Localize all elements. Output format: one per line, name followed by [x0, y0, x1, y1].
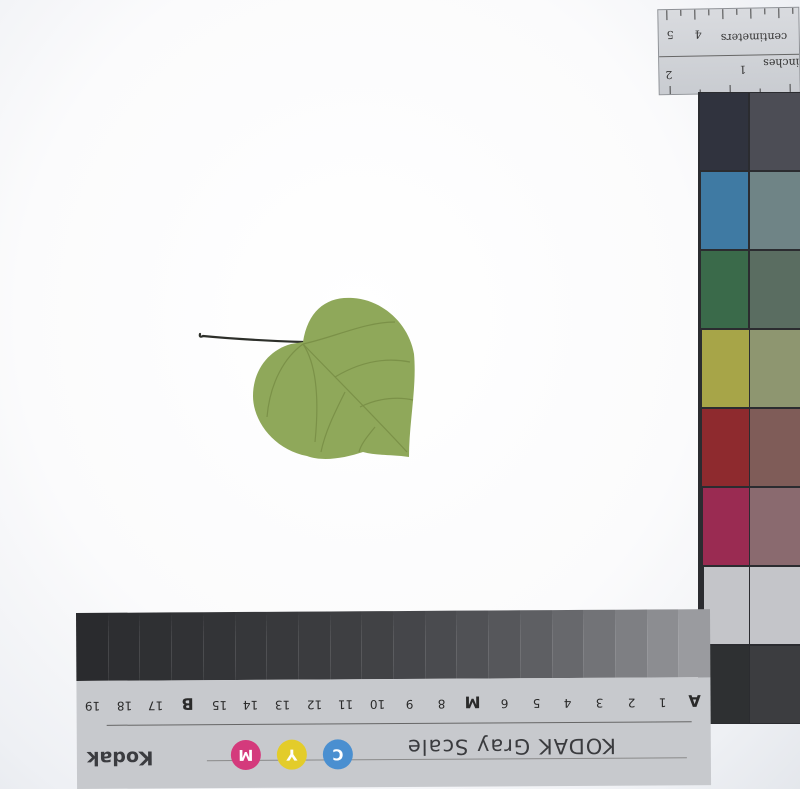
- gray-scale-label-14: 14: [243, 697, 259, 712]
- gray-step-15: [519, 610, 552, 679]
- gray-step-5: [202, 612, 235, 681]
- gray-scale-label-2: 2: [627, 695, 636, 710]
- gray-scale-label-3: 3: [595, 695, 604, 710]
- ruler-inches-label: inches: [763, 55, 800, 70]
- gray-scale-label-strip: A 1 2 3 4 5 6 M 8 9 10 11 12 13 14 15 B 17 18 19 KODAK Gray…: [76, 677, 712, 789]
- gray-step-17: [583, 609, 616, 678]
- gray-scale-label-18: 18: [116, 698, 132, 713]
- gray-scale-label-15: 15: [211, 698, 227, 713]
- gray-scale-label-B: B: [181, 694, 194, 714]
- gray-scale-label-19: 19: [84, 698, 101, 713]
- gray-step-14: [488, 610, 521, 679]
- gray-step-8: [297, 611, 331, 680]
- checker-swatch-right-2: [750, 172, 800, 249]
- gray-scale-label-10: 10: [370, 697, 386, 712]
- checker-swatch-right-4: [750, 330, 800, 407]
- gray-step-16: [551, 609, 584, 679]
- gray-scale-steps: [76, 609, 711, 681]
- gray-step-1: [76, 612, 109, 681]
- cmyk-dot-M: M: [230, 739, 261, 771]
- gray-scale-label-M: M: [464, 692, 481, 712]
- checker-swatch-left-5: [702, 409, 749, 486]
- checker-swatch-left-3: [701, 251, 749, 328]
- checker-swatch-right-3: [750, 251, 800, 328]
- ruler-centimeters-label: centimeters: [720, 29, 788, 45]
- checker-swatch-right-8: [750, 646, 800, 723]
- gray-scale-label-6: 6: [500, 696, 509, 711]
- checker-swatch-left-1: [700, 93, 748, 170]
- checker-swatch-right-6: [750, 488, 800, 565]
- ruler-number-1: 1: [739, 62, 747, 76]
- checker-swatch-left-4: [701, 330, 749, 407]
- gray-step-18: [614, 609, 648, 678]
- checker-swatch-right-5: [750, 409, 800, 486]
- ruler: 5 4 centimeters inches 1 2: [657, 6, 800, 96]
- gray-scale-label-A: A: [688, 691, 701, 711]
- gray-step-13: [456, 610, 489, 679]
- gray-step-19: [646, 609, 679, 678]
- cmyk-dot-C: C: [322, 739, 353, 770]
- gray-step-10: [361, 611, 394, 680]
- gray-step-6: [234, 611, 267, 681]
- leaf-specimen: [198, 297, 415, 459]
- checker-swatch-left-2: [700, 172, 749, 249]
- gray-step-3: [139, 612, 172, 681]
- ruler-number-5: 5: [666, 27, 674, 42]
- gray-scale-label-1: 1: [659, 695, 667, 710]
- gray-scale-label-5: 5: [532, 696, 541, 711]
- gray-scale-label-8: 8: [437, 696, 445, 711]
- gray-scale-label-17: 17: [148, 698, 164, 713]
- leaf-stem: [198, 332, 305, 344]
- checker-swatch-right-1: [750, 93, 800, 170]
- gray-scale-label-12: 12: [306, 697, 322, 712]
- kodak-logo: Kodak: [86, 746, 154, 769]
- gray-scale-title: KODAK Gray Scale: [406, 733, 617, 759]
- checker-swatch-left-8: [704, 646, 750, 723]
- gray-step-4: [171, 612, 204, 681]
- gray-step-12: [424, 610, 457, 679]
- gray-step-20: [678, 609, 711, 678]
- cmyk-dot-Y: Y: [276, 739, 307, 770]
- gray-scale-label-13: 13: [274, 697, 291, 712]
- gray-scale-label-4: 4: [564, 695, 572, 711]
- gray-step-2: [107, 612, 140, 681]
- gray-step-7: [266, 611, 299, 680]
- gray-step-11: [393, 610, 426, 680]
- gray-step-9: [329, 611, 362, 680]
- color-checker: [698, 92, 800, 724]
- kodak-gray-scale: A 1 2 3 4 5 6 M 8 9 10 11 12 13 14 15 B 17 18 19 KODAK Gray…: [76, 609, 712, 789]
- gray-scale-label-11: 11: [338, 697, 354, 712]
- gray-scale-label-9: 9: [405, 696, 414, 711]
- checker-swatch-left-7: [703, 567, 750, 644]
- checker-swatch-right-7: [750, 567, 800, 644]
- ruler-number-2: 2: [665, 67, 673, 82]
- checker-swatch-left-6: [703, 488, 749, 565]
- ruler-number-4: 4: [694, 27, 702, 41]
